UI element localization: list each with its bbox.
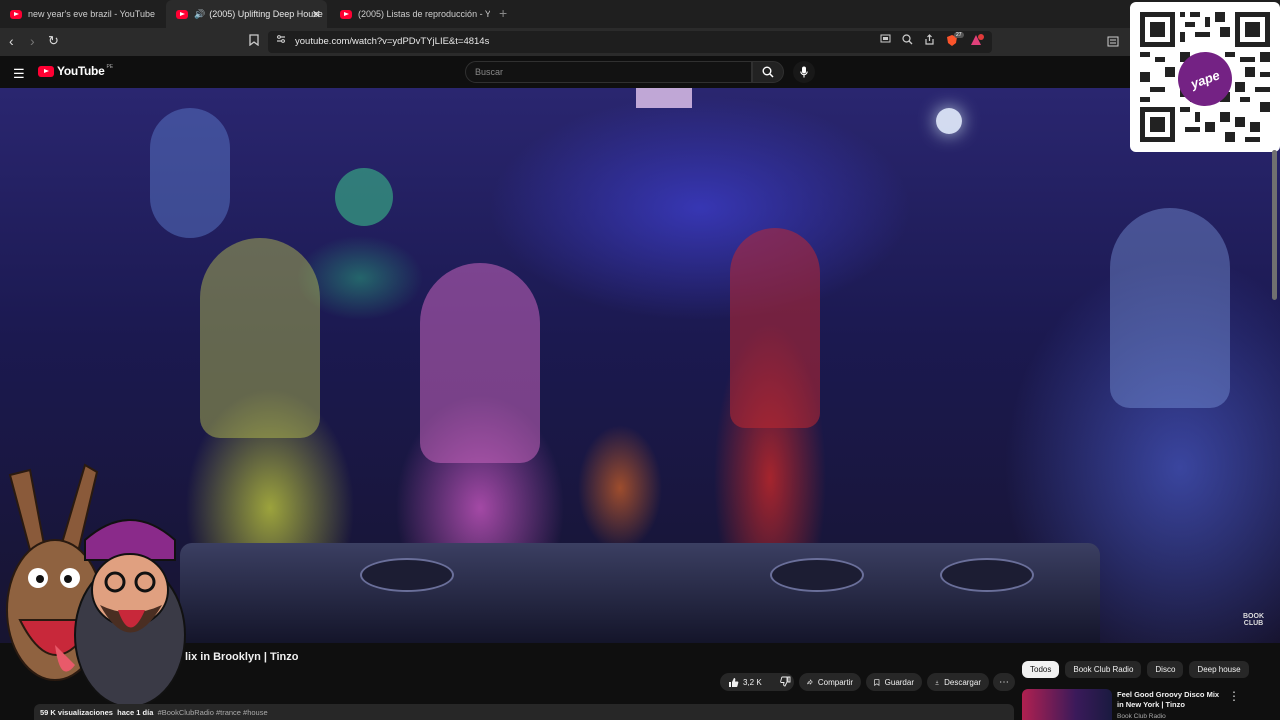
- speaker-icon[interactable]: 🔊: [194, 9, 205, 20]
- youtube-favicon-icon: [340, 9, 352, 19]
- chip-book-club-radio[interactable]: Book Club Radio: [1065, 661, 1142, 678]
- tab-new-years-eve[interactable]: new year's eve brazil - YouTube: [0, 0, 165, 28]
- sidebar-toggle-icon[interactable]: [1107, 35, 1119, 49]
- video-title: lix in Brooklyn | Tinzo: [185, 651, 299, 663]
- recommendation-menu-icon[interactable]: ⋮: [1228, 689, 1240, 703]
- back-icon[interactable]: ‹: [9, 34, 14, 48]
- forward-icon[interactable]: ›: [30, 34, 35, 48]
- channel-watermark: BOOK CLUB: [1243, 613, 1264, 627]
- youtube-favicon-icon: [176, 9, 188, 19]
- share-label: Compartir: [817, 677, 853, 687]
- dancer: [730, 228, 820, 428]
- reload-icon[interactable]: ↻: [48, 34, 59, 48]
- url-text[interactable]: youtube.com/watch?v=ydPDvTYjLIE&t=4814s: [295, 36, 489, 47]
- video-description[interactable]: 59 K visualizaciones hace 1 día #BookClu…: [34, 704, 1014, 720]
- tab-title: (2005) Listas de reproducción - YouT: [358, 9, 490, 19]
- new-tab-icon[interactable]: +: [499, 5, 507, 21]
- page-scrollbar[interactable]: [1272, 150, 1277, 300]
- hashtags[interactable]: #BookClubRadio #trance #house: [158, 708, 268, 717]
- chip-deep-house[interactable]: Deep house: [1189, 661, 1249, 678]
- recommendation-channel[interactable]: Book Club Radio: [1117, 713, 1166, 720]
- stage-light: [636, 88, 692, 108]
- dj-performer: [420, 263, 540, 463]
- tab-playlists[interactable]: (2005) Listas de reproducción - YouT: [330, 0, 490, 28]
- url-bar[interactable]: youtube.com/watch?v=ydPDvTYjLIE&t=4814s …: [268, 31, 992, 53]
- search-placeholder: Buscar: [475, 67, 504, 77]
- tab-title: new year's eve brazil - YouTube: [28, 9, 155, 19]
- recommendation-thumbnail[interactable]: [1022, 689, 1112, 720]
- country-code: PE: [106, 64, 114, 70]
- download-button[interactable]: Descargar: [927, 673, 989, 691]
- download-icon: [935, 680, 939, 685]
- save-bookmark-icon: [874, 678, 880, 686]
- youtube-favicon-icon: [10, 9, 22, 19]
- like-dislike-group: 3,2 K: [720, 673, 794, 691]
- save-button[interactable]: Guardar: [866, 673, 922, 691]
- turntable-platter: [770, 558, 864, 592]
- notification-dot: [978, 34, 984, 40]
- site-settings-icon[interactable]: [276, 34, 286, 47]
- search-button[interactable]: [752, 61, 784, 83]
- turntable-platter: [940, 558, 1034, 592]
- tab-bar: new year's eve brazil - YouTube 🔊 (2005)…: [0, 0, 1280, 28]
- dancer: [1110, 208, 1230, 408]
- thumbs-down-icon: [779, 676, 791, 686]
- youtube-logo-text: YouTube: [57, 64, 105, 78]
- address-bar-row: ‹ › ↻ youtube.com/watch?v=ydPDvTYjLIE&t=…: [0, 28, 1280, 56]
- like-button[interactable]: 3,2 K: [728, 677, 762, 688]
- microphone-icon: [800, 66, 808, 78]
- qr-code-overlay: yape: [1130, 2, 1280, 152]
- share-icon[interactable]: [924, 34, 935, 48]
- zoom-icon[interactable]: [902, 34, 913, 48]
- wreath-decoration: [335, 168, 393, 226]
- bookmark-icon[interactable]: [249, 34, 259, 49]
- dj-mixer-deck: [180, 543, 1100, 643]
- share-button[interactable]: Compartir: [799, 673, 861, 691]
- chip-todos[interactable]: Todos: [1022, 661, 1060, 678]
- youtube-play-icon: [38, 65, 54, 77]
- streamer-mascot-overlay: [6, 463, 186, 708]
- spotlight: [936, 108, 962, 134]
- more-icon: ⋯: [999, 676, 1009, 688]
- menu-icon[interactable]: ☰: [13, 66, 25, 82]
- thumbs-up-icon: [729, 677, 739, 687]
- download-label: Descargar: [944, 677, 981, 687]
- save-label: Guardar: [884, 677, 914, 687]
- recommendation-title[interactable]: Feel Good Groovy Disco Mix in New York |…: [1117, 690, 1227, 710]
- chip-disco[interactable]: Disco: [1147, 661, 1184, 678]
- youtube-logo[interactable]: YouTube PE: [38, 64, 113, 78]
- voice-search-button[interactable]: [793, 61, 815, 83]
- more-actions-button[interactable]: ⋯: [993, 673, 1015, 691]
- balloon-decoration: [150, 108, 230, 238]
- cast-icon[interactable]: [880, 34, 891, 47]
- search-icon: [762, 66, 774, 78]
- shield-badge: 27: [954, 32, 964, 38]
- turntable-platter: [360, 558, 454, 592]
- youtube-header: ☰ YouTube PE Buscar: [0, 56, 1280, 88]
- related-filter-chips: Todos Book Club Radio Disco Deep house: [1022, 661, 1249, 678]
- dislike-button[interactable]: [779, 676, 791, 689]
- close-tab-icon[interactable]: ✕: [312, 8, 321, 21]
- upload-date: hace 1 día: [117, 708, 154, 717]
- dancer: [200, 238, 320, 438]
- tab-title: (2005) Uplifting Deep House: [209, 9, 323, 19]
- search-input[interactable]: Buscar: [465, 61, 752, 83]
- tab-uplifting-deep-house[interactable]: 🔊 (2005) Uplifting Deep House ✕: [166, 0, 327, 28]
- share-arrow-icon: [807, 679, 813, 685]
- view-count: 59 K visualizaciones: [40, 708, 113, 717]
- like-count: 3,2 K: [743, 677, 762, 687]
